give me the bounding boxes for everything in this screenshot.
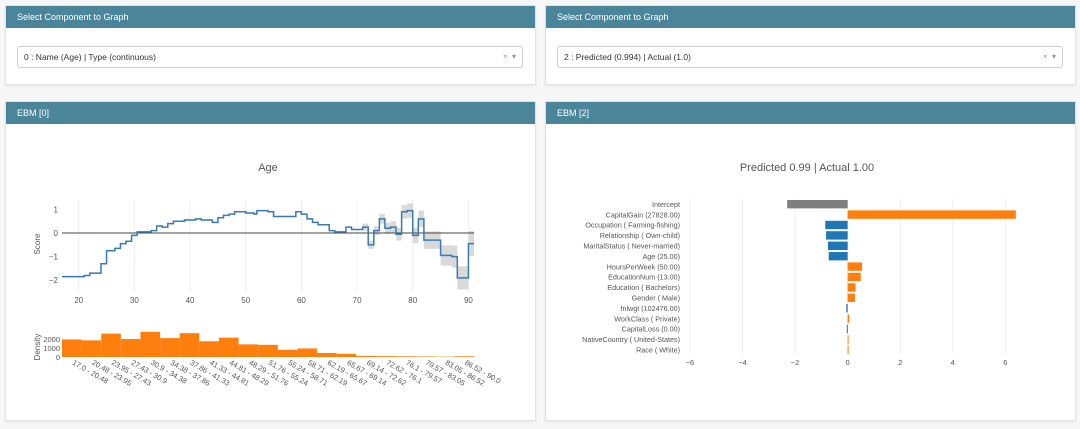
y-tick-label: 1000 — [43, 344, 60, 353]
score-line — [62, 209, 474, 279]
histogram-bar — [317, 352, 337, 357]
x-tick-label: 2 — [898, 358, 902, 367]
feature-label: EducationNum (13.00) — [608, 273, 680, 282]
histogram-bar — [356, 355, 376, 357]
contribution-bar — [846, 324, 848, 334]
feature-label: Intercept — [652, 200, 680, 209]
contribution-bar — [825, 220, 848, 230]
y-tick-label: 0 — [54, 229, 59, 238]
x-tick-label: 4 — [951, 358, 955, 367]
x-tick-label: 80 — [408, 296, 417, 305]
charts-layer: Age Score Density Predicted 0.99 | Actua… — [33, 162, 1016, 388]
histogram-bar — [160, 338, 180, 357]
y-tick-label: 0 — [56, 353, 60, 362]
histogram-bar — [258, 344, 278, 357]
contribution-bar — [847, 283, 856, 292]
histogram-bar — [375, 356, 396, 357]
x-tick-label: 90 — [464, 296, 473, 305]
histogram-bar — [199, 341, 219, 357]
contribution-bar — [826, 231, 848, 240]
feature-label: HoursPerWeek (50.00) — [607, 262, 680, 271]
contribution-bar — [847, 272, 861, 282]
x-tick-label: −4 — [738, 358, 747, 367]
feature-label: MaritalStatus ( Never-married) — [583, 242, 680, 251]
x-tick-label: 6 — [1003, 358, 1007, 367]
feature-label: Race ( White) — [636, 346, 680, 355]
histogram-bar — [101, 333, 121, 357]
density-axis-label: Density — [33, 334, 42, 361]
x-tick-label: −6 — [686, 358, 695, 367]
histogram-bar — [238, 344, 259, 357]
feature-label: Gender ( Male) — [632, 294, 680, 303]
x-tick-label: 60 — [297, 296, 306, 305]
y-tick-label: 2000 — [43, 335, 60, 344]
x-tick-label: 30 — [130, 296, 139, 305]
histogram-bar — [277, 349, 298, 357]
age-chart-title: Age — [258, 162, 278, 174]
score-axis-label: Score — [33, 233, 42, 254]
feature-label: NativeCountry ( United-States) — [582, 335, 680, 344]
feature-label: Education ( Bachelors) — [607, 283, 680, 292]
histogram-bar — [120, 339, 141, 357]
contribution-bar — [847, 262, 863, 271]
feature-label: WorkClass ( Private) — [614, 314, 680, 323]
y-tick-label: −2 — [49, 276, 59, 285]
y-tick-label: −1 — [49, 253, 59, 262]
histogram-bar — [62, 339, 82, 357]
local-chart-title: Predicted 0.99 | Actual 1.00 — [740, 162, 874, 174]
feature-label: CapitalGain (27828.00) — [606, 210, 680, 219]
feature-label: Relationship ( Own-child) — [600, 231, 680, 240]
histogram-bar — [218, 337, 239, 357]
y-tick-label: 1 — [54, 205, 59, 214]
x-tick-label: 40 — [186, 296, 195, 305]
contribution-bar — [847, 210, 1016, 219]
histogram-bar — [140, 331, 161, 357]
x-tick-label: −2 — [791, 358, 800, 367]
histogram-bar — [336, 353, 357, 357]
feature-label: fnlwgt (102476.00) — [620, 304, 680, 313]
contribution-bar — [827, 241, 848, 250]
x-tick-label: 50 — [241, 296, 250, 305]
histogram-bar — [415, 356, 435, 357]
contribution-bar — [846, 304, 848, 313]
histogram-bar — [297, 348, 318, 357]
contribution-bar — [847, 345, 849, 354]
histogram-bar — [179, 333, 200, 357]
histogram-bar — [81, 340, 102, 357]
x-tick-label: 70 — [353, 296, 362, 305]
feature-label: Occupation ( Farming-fishing) — [585, 221, 680, 230]
histogram-bar — [454, 356, 474, 357]
contribution-bar — [847, 314, 850, 323]
x-tick-label: 20 — [74, 296, 83, 305]
feature-label: CapitalLoss (0.00) — [622, 325, 680, 334]
contribution-bar — [828, 252, 848, 261]
feature-label: Age (25.00) — [642, 252, 680, 261]
contribution-bar — [847, 335, 849, 344]
x-tick-label: 0 — [846, 358, 850, 367]
contribution-bar — [847, 293, 855, 302]
histogram-bar — [395, 356, 416, 357]
contribution-bar — [787, 200, 848, 209]
